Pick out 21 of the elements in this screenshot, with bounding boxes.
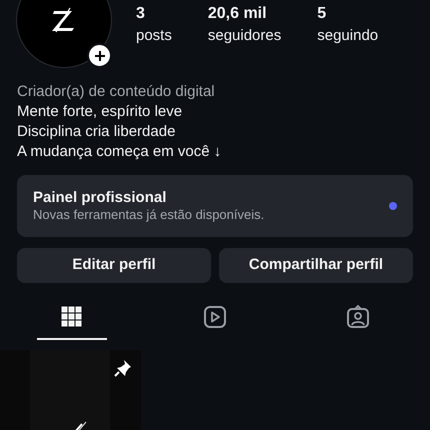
play-icon bbox=[202, 305, 227, 329]
profile-button[interactable]: Editar perfil bbox=[17, 248, 211, 283]
bio-line: Disciplina cria liberdade bbox=[17, 122, 176, 142]
category-label: Criador(a) de conteúdo digital bbox=[17, 82, 216, 102]
panel-title: Painel profissional bbox=[33, 189, 168, 207]
stat-label[interactable]: seguidores bbox=[208, 28, 282, 43]
professional-dashboard-card[interactable]: Painel profissional Novas ferramentas já estão disponíveis. bbox=[17, 175, 413, 237]
stat-label[interactable]: posts bbox=[136, 28, 172, 43]
profile-tab[interactable] bbox=[36, 305, 107, 340]
profile-avatar[interactable] bbox=[16, 0, 112, 68]
stat-label[interactable]: seguindo bbox=[317, 28, 378, 43]
stat-count: 5 bbox=[317, 6, 328, 22]
profile-button[interactable]: Compartilhar perfil bbox=[219, 248, 413, 283]
stat-count: 3 bbox=[136, 6, 146, 22]
grid-icon bbox=[60, 305, 84, 329]
bio-line: A mudança começa em você ↓ bbox=[17, 142, 222, 162]
bio-line: Mente forte, espírito leve bbox=[17, 102, 184, 122]
tagged-person-icon bbox=[346, 305, 370, 329]
plus-icon bbox=[94, 50, 106, 62]
stat-count: 20,6 mil bbox=[208, 6, 268, 22]
panel-subtitle: Novas ferramentas já estão disponíveis. bbox=[33, 207, 264, 223]
